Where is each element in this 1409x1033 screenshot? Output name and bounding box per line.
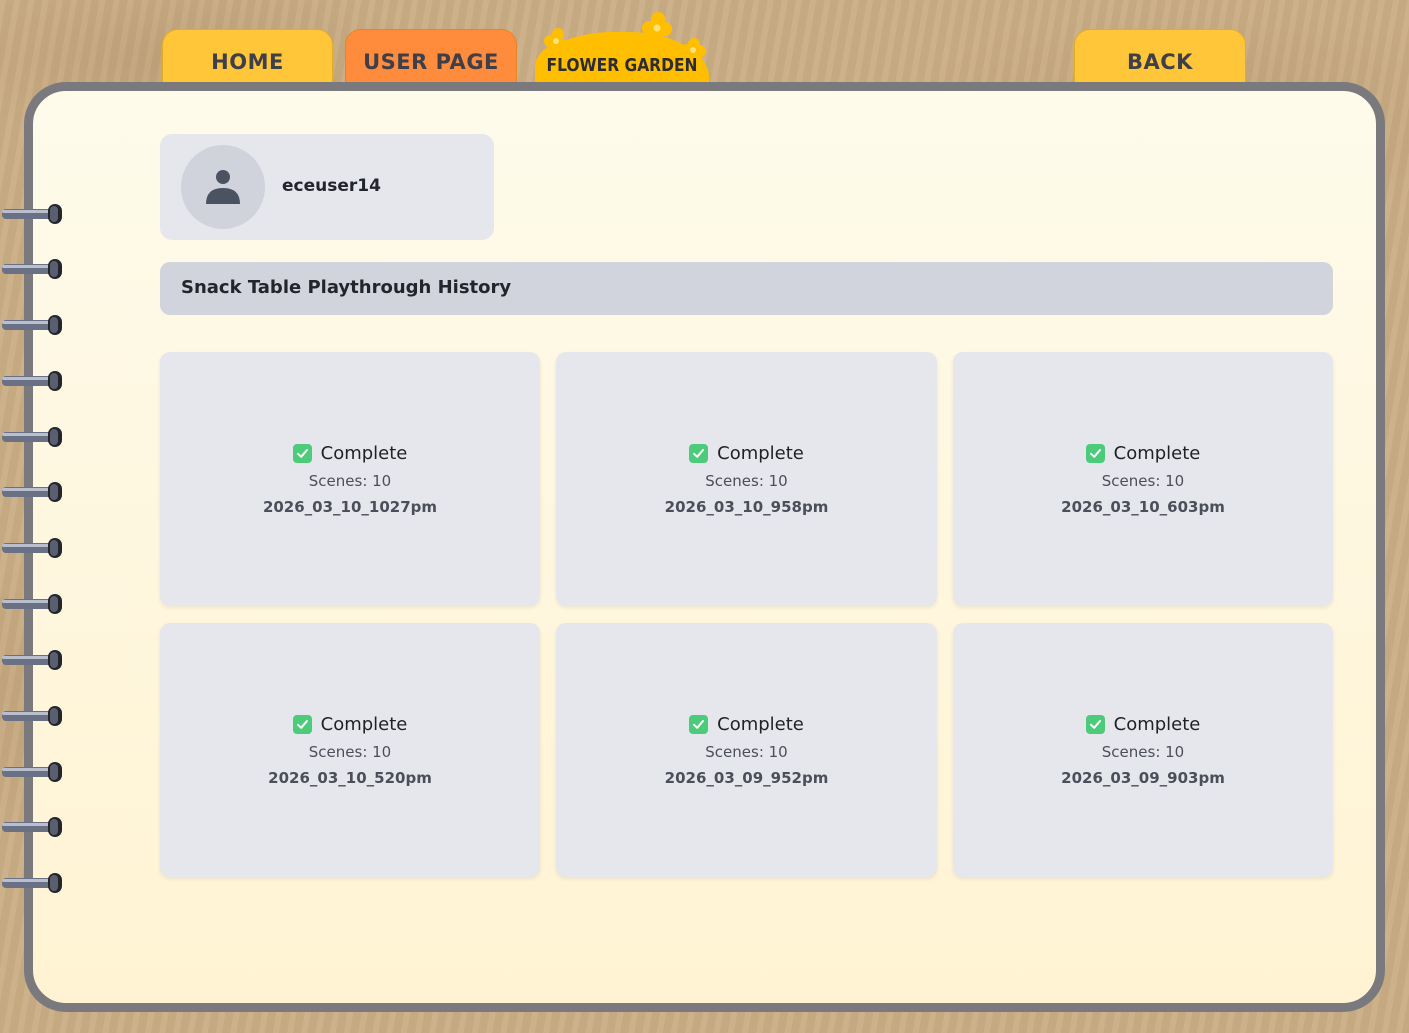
spiral-ring-icon (2, 538, 62, 558)
scenes-count: Scenes: 10 (705, 471, 788, 490)
spiral-ring-icon (2, 873, 62, 893)
playthrough-date: 2026_03_10_520pm (268, 768, 432, 787)
status-text: Complete (717, 442, 804, 464)
logo-text: FLOWER GARDEN (546, 55, 698, 76)
check-box-icon (689, 443, 709, 463)
spiral-ring-icon (2, 762, 62, 782)
back-tab-label: BACK (1127, 50, 1193, 74)
check-box-icon (292, 714, 312, 734)
status-text: Complete (320, 713, 408, 735)
status-row: Complete (292, 442, 408, 464)
playthrough-date: 2026_03_10_1027pm (262, 497, 438, 516)
check-box-icon (292, 443, 312, 463)
spiral-ring-icon (2, 706, 62, 726)
home-tab[interactable]: HOME (162, 29, 333, 89)
back-tab[interactable]: BACK (1074, 29, 1246, 89)
user-silhouette-icon (206, 170, 240, 204)
playthrough-grid: Complete Scenes: 10 2026_03_10_1027pm Co… (160, 352, 1333, 877)
profile-card: eceuser14 (160, 134, 494, 240)
spiral-ring-icon (2, 427, 62, 447)
spiral-ring-icon (2, 315, 62, 335)
status-text: Complete (717, 713, 804, 735)
playthrough-card[interactable]: Complete Scenes: 10 2026_03_09_952pm (556, 623, 937, 877)
scenes-count: Scenes: 10 (705, 742, 788, 761)
status-text: Complete (320, 442, 408, 464)
scenes-count: Scenes: 10 (1101, 471, 1185, 490)
spiral-ring-icon (2, 594, 62, 614)
user-page-tab[interactable]: USER PAGE (345, 29, 517, 89)
spiral-ring-icon (2, 817, 62, 837)
status-text: Complete (1113, 442, 1201, 464)
history-section-title: Snack Table Playthrough History (160, 262, 1333, 315)
spiral-ring-icon (2, 650, 62, 670)
username: eceuser14 (282, 176, 381, 196)
check-box-icon (1085, 714, 1105, 734)
status-row: Complete (689, 443, 804, 464)
flower-garden-logo[interactable]: FLOWER GARDEN (532, 12, 712, 84)
status-text: Complete (1113, 713, 1201, 735)
spiral-ring-icon (2, 371, 62, 391)
status-row: Complete (689, 714, 804, 735)
status-row: Complete (1085, 442, 1201, 464)
status-row: Complete (292, 713, 408, 735)
playthrough-date: 2026_03_09_952pm (664, 768, 829, 787)
spiral-ring-icon (2, 204, 62, 224)
spiral-ring-icon (2, 259, 62, 279)
playthrough-date: 2026_03_10_958pm (664, 497, 829, 516)
user-page-tab-label: USER PAGE (363, 50, 499, 74)
spiral-ring-icon (2, 482, 62, 502)
playthrough-date: 2026_03_09_903pm (1061, 768, 1225, 787)
playthrough-card[interactable]: Complete Scenes: 10 2026_03_10_958pm (556, 352, 937, 606)
scenes-count: Scenes: 10 (1101, 742, 1185, 761)
playthrough-card[interactable]: Complete Scenes: 10 2026_03_10_603pm (953, 352, 1333, 606)
scenes-count: Scenes: 10 (308, 471, 392, 490)
home-tab-label: HOME (211, 50, 284, 74)
check-box-icon (689, 714, 709, 734)
scenes-count: Scenes: 10 (308, 742, 392, 761)
playthrough-card[interactable]: Complete Scenes: 10 2026_03_09_903pm (953, 623, 1333, 877)
status-row: Complete (1085, 713, 1201, 735)
check-box-icon (1085, 443, 1105, 463)
avatar (181, 145, 265, 229)
playthrough-card[interactable]: Complete Scenes: 10 2026_03_10_1027pm (160, 352, 540, 606)
playthrough-card[interactable]: Complete Scenes: 10 2026_03_10_520pm (160, 623, 540, 877)
playthrough-date: 2026_03_10_603pm (1061, 497, 1225, 516)
